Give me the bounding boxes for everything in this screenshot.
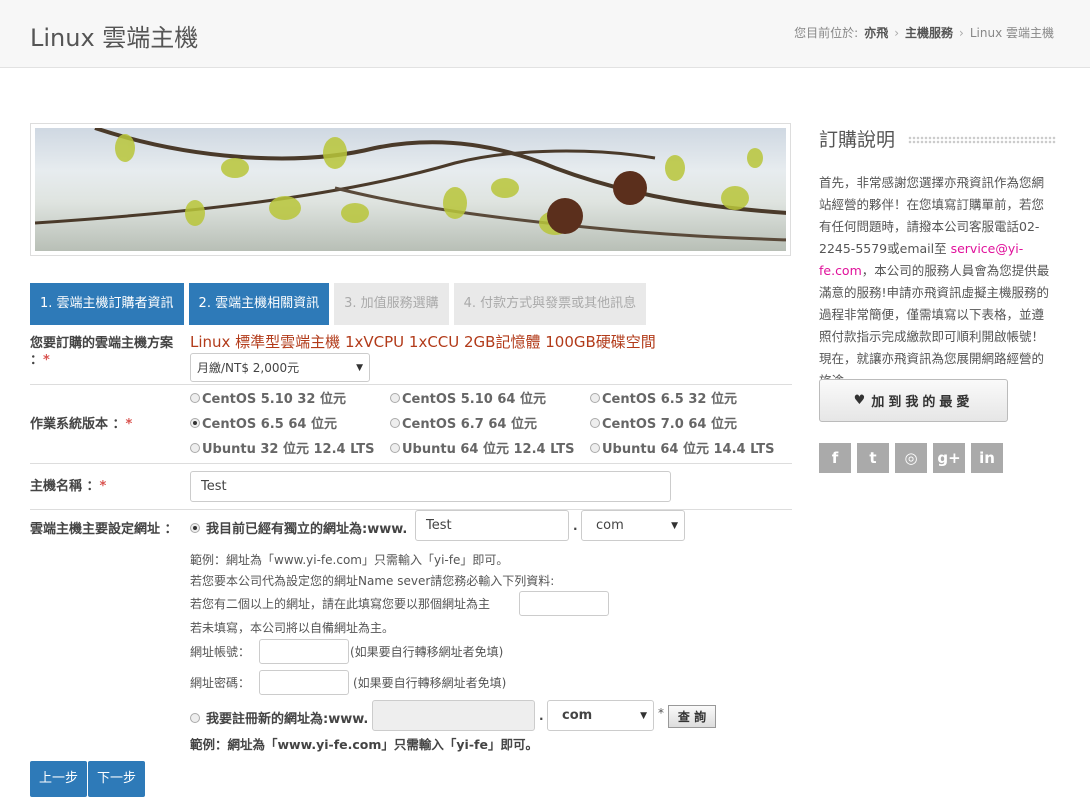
breadcrumb-link-home[interactable]: 亦飛 — [864, 24, 888, 41]
os-option-label: CentOS 5.10 64 位元 — [402, 392, 546, 407]
domain-label: 雲端主機主要設定網址 ： — [30, 522, 178, 537]
os-option-label: CentOS 6.5 32 位元 — [602, 392, 737, 407]
plan-name: Linux 標準型雲端主機 1xVCPU 1xCCU 2GB記憶體 100GB硬… — [190, 333, 656, 351]
query-button[interactable]: 查 詢 — [668, 705, 716, 728]
os-option[interactable]: CentOS 7.0 64 位元 — [590, 413, 737, 432]
plan-label: 您要訂購的雲端主機方案 ：* — [30, 336, 174, 368]
os-option-label: CentOS 6.5 64 位元 — [202, 417, 337, 432]
os-option[interactable]: CentOS 6.5 64 位元 — [190, 413, 337, 432]
os-option-label: Ubuntu 32 位元 12.4 LTS — [202, 442, 375, 457]
os-option-label: CentOS 6.7 64 位元 — [402, 417, 537, 432]
default-domain-note: 若未填寫，本公司將以自備網址為主。 — [190, 621, 395, 635]
chevron-down-icon: ▼ — [640, 710, 647, 721]
branch-illustration — [35, 128, 786, 242]
sidebar-title: 訂購說明 — [819, 129, 896, 151]
os-option-label: CentOS 5.10 32 位元 — [202, 392, 346, 407]
domain-example: 範例：網址為「www.yi-fe.com」只需輸入「yi-fe」即可。 — [190, 553, 509, 567]
new-domain-example: 範例：網址為「www.yi-fe.com」只需輸入「yi-fe」即可。 — [190, 737, 538, 752]
multi-domain-note: 若您有二個以上的網址，請在此填寫您要以那個網址為主 — [190, 597, 491, 611]
os-radio[interactable] — [190, 442, 200, 453]
os-radio[interactable] — [590, 442, 600, 453]
os-option[interactable]: CentOS 5.10 32 位元 — [190, 388, 346, 407]
step-tabs: 1. 雲端主機訂購者資訊 2. 雲端主機相關資訊 3. 加值服務選購 4. 付款… — [30, 283, 647, 325]
next-button[interactable]: 下一步 — [88, 761, 146, 797]
os-radio[interactable] — [190, 392, 200, 403]
os-label: 作業系統版本 ：* — [30, 417, 133, 432]
linkedin-icon[interactable]: in — [971, 443, 1003, 473]
tab-step-3[interactable]: 3. 加值服務選購 — [334, 283, 449, 325]
banner-photo — [35, 128, 786, 251]
facebook-icon[interactable]: f — [819, 443, 851, 473]
account-label: 網址帳號： — [190, 645, 251, 659]
tab-step-4[interactable]: 4. 付款方式與發票或其他訊息 — [453, 283, 647, 325]
dot-separator: . — [539, 709, 544, 723]
os-option[interactable]: CentOS 6.5 32 位元 — [590, 388, 737, 407]
os-option-label: CentOS 7.0 64 位元 — [602, 417, 737, 432]
os-radio[interactable] — [590, 417, 600, 428]
breadcrumb-current: Linux 雲端主機 — [969, 26, 1054, 40]
radio-own-domain[interactable] — [190, 522, 200, 533]
title-dots-divider — [908, 136, 1056, 144]
own-domain-input[interactable]: Test — [415, 510, 569, 541]
chevron-down-icon: ▼ — [356, 362, 363, 373]
domain-new-option[interactable]: 我要註冊新的網址為:www. — [190, 708, 368, 727]
new-domain-required: * — [658, 706, 664, 720]
domain-own-option[interactable]: 我目前已經有獨立的網址為:www. — [190, 518, 407, 537]
os-option[interactable]: Ubuntu 32 位元 12.4 LTS — [190, 438, 374, 457]
prev-button[interactable]: 上一步 — [30, 761, 88, 797]
os-radio[interactable] — [190, 417, 200, 428]
breadcrumb: 您目前位於: 亦飛 › 主機服務 › Linux 雲端主機 — [794, 24, 1054, 41]
chevron-down-icon: ▼ — [671, 520, 678, 531]
new-domain-input[interactable] — [372, 700, 535, 731]
os-radio[interactable] — [590, 392, 600, 403]
nameserver-note: 若您要本公司代為設定您的網址Name sever請您務必輸入下列資料: — [190, 574, 555, 588]
os-radio[interactable] — [390, 442, 400, 453]
google-plus-icon[interactable]: g+ — [933, 443, 965, 473]
dribbble-icon[interactable]: ◎ — [895, 443, 927, 473]
breadcrumb-link-hosting[interactable]: 主機服務 — [905, 24, 953, 41]
os-radio[interactable] — [390, 417, 400, 428]
os-option-label: Ubuntu 64 位元 14.4 LTS — [602, 442, 775, 457]
own-tld-select[interactable]: com ▼ — [581, 510, 685, 541]
primary-domain-input[interactable] — [519, 591, 609, 616]
tab-step-1[interactable]: 1. 雲端主機訂購者資訊 — [30, 283, 184, 325]
dot-separator: . — [573, 519, 578, 533]
os-option[interactable]: CentOS 6.7 64 位元 — [390, 413, 537, 432]
billing-select[interactable]: 月繳/NT$ 2,000元 ▼ — [190, 353, 370, 382]
page-title: Linux 雲端主機 — [30, 24, 199, 52]
domain-account-input[interactable] — [259, 639, 349, 664]
breadcrumb-separator: › — [959, 25, 964, 40]
order-instructions: 首先，非常感謝您選擇亦飛資訊作為您網站經營的夥伴！在您填寫訂購單前，若您有任何問… — [819, 175, 1050, 388]
add-to-favorites-button[interactable]: ♥ 加到我的最愛 — [819, 379, 1008, 422]
os-option-label: Ubuntu 64 位元 12.4 LTS — [402, 442, 575, 457]
os-option[interactable]: Ubuntu 64 位元 12.4 LTS — [390, 438, 574, 457]
os-radio[interactable] — [390, 392, 400, 403]
twitter-icon[interactable]: t — [857, 443, 889, 473]
tab-step-2[interactable]: 2. 雲端主機相關資訊 — [188, 283, 330, 325]
breadcrumb-separator: › — [894, 25, 900, 40]
breadcrumb-prefix: 您目前位於: — [794, 26, 859, 40]
banner-image — [30, 123, 791, 256]
hostname-label: 主機名稱 ：* — [30, 479, 107, 494]
new-tld-select[interactable]: com ▼ — [547, 700, 654, 731]
os-option[interactable]: Ubuntu 64 位元 14.4 LTS — [590, 438, 774, 457]
radio-new-domain[interactable] — [190, 712, 200, 723]
password-label: 網址密碼： — [190, 676, 251, 690]
page-header: Linux 雲端主機 您目前位於: 亦飛 › 主機服務 › Linux 雲端主機 — [0, 0, 1090, 68]
os-option[interactable]: CentOS 5.10 64 位元 — [390, 388, 546, 407]
password-hint: (如果要自行轉移網址者免填) — [353, 676, 507, 690]
account-hint: (如果要自行轉移網址者免填) — [350, 645, 504, 659]
heart-icon: ♥ — [853, 393, 866, 408]
domain-password-input[interactable] — [259, 670, 349, 695]
hostname-input[interactable]: Test — [190, 471, 671, 502]
